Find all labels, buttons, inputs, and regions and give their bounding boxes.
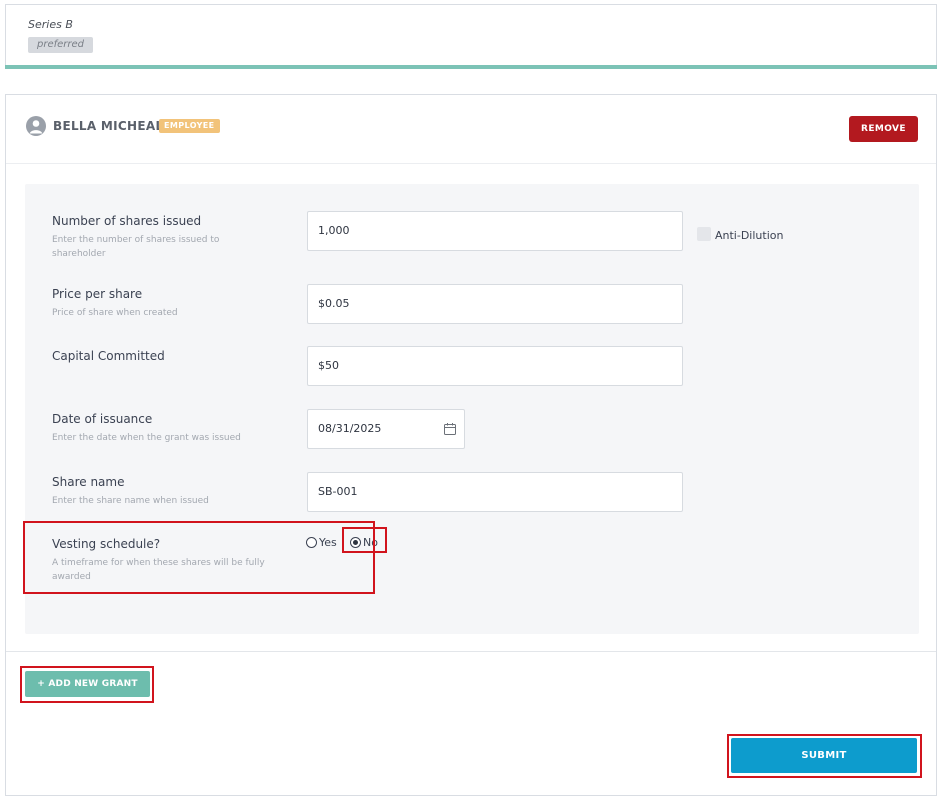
capital-committed-input[interactable]: $50 bbox=[307, 346, 683, 386]
capital-committed-label: Capital Committed bbox=[52, 349, 165, 363]
date-of-issuance-label: Date of issuance bbox=[52, 412, 153, 426]
vesting-yes-label: Yes bbox=[319, 536, 337, 549]
vesting-no-radio[interactable] bbox=[350, 537, 361, 548]
shares-issued-help: Enter the number of shares issued to sha… bbox=[52, 235, 220, 259]
share-name-label: Share name bbox=[52, 475, 125, 489]
section-divider bbox=[6, 651, 936, 652]
vesting-schedule-label: Vesting schedule? bbox=[52, 537, 161, 551]
role-badge: EMPLOYEE bbox=[159, 119, 220, 133]
price-per-share-label: Price per share bbox=[52, 287, 143, 301]
grant-form-panel: Number of shares issued Enter the number… bbox=[23, 184, 919, 634]
date-value: 08/31/2025 bbox=[318, 422, 382, 435]
shareholder-card: BELLA MICHEAL EMPLOYEE REMOVE Number of … bbox=[5, 94, 937, 796]
vesting-no-label: No bbox=[363, 536, 378, 549]
vesting-yes-radio[interactable] bbox=[306, 537, 317, 548]
shareholder-header: BELLA MICHEAL EMPLOYEE REMOVE bbox=[6, 95, 936, 164]
vesting-schedule-help: A timeframe for when these shares will b… bbox=[52, 558, 265, 582]
share-name-help: Enter the share name when issued bbox=[52, 496, 209, 506]
series-name: Series B bbox=[28, 18, 73, 31]
anti-dilution-label: Anti-Dilution bbox=[715, 229, 784, 242]
price-per-share-input[interactable]: $0.05 bbox=[307, 284, 683, 324]
share-name-input[interactable]: SB-001 bbox=[307, 472, 683, 512]
user-avatar-icon bbox=[26, 116, 46, 136]
date-of-issuance-help: Enter the date when the grant was issued bbox=[52, 433, 241, 443]
date-of-issuance-input[interactable]: 08/31/2025 bbox=[307, 409, 465, 449]
calendar-icon[interactable] bbox=[443, 422, 457, 436]
remove-button[interactable]: REMOVE bbox=[849, 116, 918, 142]
series-card: Series B preferred bbox=[5, 4, 937, 69]
anti-dilution-checkbox[interactable] bbox=[697, 227, 711, 241]
add-new-grant-button[interactable]: + ADD NEW GRANT bbox=[25, 671, 150, 697]
price-per-share-help: Price of share when created bbox=[52, 308, 178, 318]
series-type-badge: preferred bbox=[28, 37, 94, 53]
shares-issued-input[interactable]: 1,000 bbox=[307, 211, 683, 251]
shares-issued-label: Number of shares issued bbox=[52, 214, 202, 228]
submit-button[interactable]: SUBMIT bbox=[731, 738, 917, 773]
series-accent-bar bbox=[5, 65, 937, 69]
shareholder-name: BELLA MICHEAL bbox=[53, 119, 164, 133]
